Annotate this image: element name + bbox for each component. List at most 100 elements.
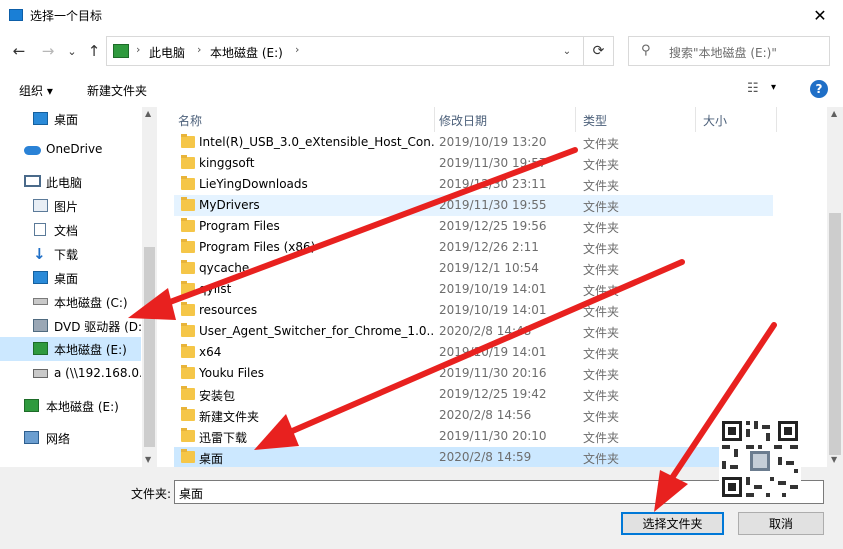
cancel-button[interactable]: 取消: [738, 512, 824, 535]
folder-icon: [181, 449, 195, 463]
file-row[interactable]: 安装包 2019/12/25 19:42 文件夹: [174, 384, 773, 405]
address-dropdown-icon[interactable]: ⌄: [557, 37, 577, 65]
file-date: 2019/10/19 13:20: [439, 135, 547, 149]
sidebar-item-drive-e-root[interactable]: 本地磁盘 (E:): [0, 394, 141, 418]
file-date: 2020/2/8 14:56: [439, 408, 532, 422]
forward-button[interactable]: →: [37, 39, 59, 63]
sidebar-item-label: a (\\192.168.0.1: [54, 366, 141, 380]
computer-icon: [24, 175, 41, 187]
file-name: qycache: [199, 261, 250, 275]
file-row[interactable]: Youku Files 2019/11/30 20:16 文件夹: [174, 363, 773, 384]
file-row[interactable]: kinggsoft 2019/11/30 19:57 文件夹: [174, 153, 773, 174]
file-row[interactable]: qycache 2019/12/1 10:54 文件夹: [174, 258, 773, 279]
file-row[interactable]: resources 2019/10/19 14:01 文件夹: [174, 300, 773, 321]
title-bar: 选择一个目标 ✕: [0, 0, 843, 31]
folder-icon: [181, 386, 195, 400]
cloud-icon: [24, 146, 41, 155]
dvd-drive-icon: [33, 319, 48, 332]
desktop-icon: [33, 271, 48, 284]
select-folder-button[interactable]: 选择文件夹: [621, 512, 724, 535]
breadcrumb-separator[interactable]: ›: [136, 43, 140, 56]
download-icon: ↓: [33, 245, 46, 263]
breadcrumb-separator[interactable]: ›: [295, 43, 299, 56]
sidebar-item-network[interactable]: 网络: [0, 426, 141, 450]
refresh-icon[interactable]: ⟳: [583, 37, 613, 65]
pictures-icon: [33, 199, 48, 212]
file-name: 迅雷下载: [199, 431, 248, 445]
file-type: 文件夹: [583, 179, 620, 193]
up-button[interactable]: ↑: [83, 39, 105, 63]
file-row[interactable]: User_Agent_Switcher_for_Chrome_1.0.... 20…: [174, 321, 773, 342]
drive-icon: [113, 44, 129, 58]
column-header-size[interactable]: 大小: [696, 107, 776, 132]
sidebar-item-desktop[interactable]: 桌面: [0, 266, 141, 290]
scroll-up-icon[interactable]: ▲: [145, 109, 151, 118]
close-icon[interactable]: ✕: [797, 0, 843, 31]
breadcrumb-separator[interactable]: ›: [197, 43, 201, 56]
back-button[interactable]: ←: [8, 39, 30, 63]
folder-icon: [181, 197, 195, 211]
sidebar-item-onedrive[interactable]: OneDrive: [0, 138, 141, 162]
file-type: 文件夹: [583, 347, 620, 361]
file-date: 2019/11/30 19:57: [439, 156, 547, 170]
breadcrumb-this-pc[interactable]: 此电脑: [149, 44, 185, 61]
document-icon: [34, 223, 46, 236]
file-date: 2019/12/26 2:11: [439, 240, 539, 254]
column-header-date[interactable]: 修改日期: [435, 107, 575, 132]
file-list-scrollbar[interactable]: ▲ ▼: [827, 107, 843, 467]
file-date: 2019/11/30 20:16: [439, 366, 547, 380]
column-header-label: 类型: [583, 114, 608, 128]
file-row[interactable]: 桌面 2020/2/8 14:59 文件夹: [174, 447, 773, 467]
sidebar-item-desktop-top[interactable]: 桌面: [0, 107, 141, 131]
sidebar-item-drive-e[interactable]: 本地磁盘 (E:): [0, 337, 141, 361]
file-name: LieYingDownloads: [199, 177, 308, 191]
sidebar-item-drive-c[interactable]: 本地磁盘 (C:): [0, 290, 141, 314]
sidebar-scrollbar[interactable]: ▲ ▼: [142, 107, 157, 467]
recent-locations-button[interactable]: ⌄: [61, 39, 83, 63]
file-date: 2019/12/1 10:54: [439, 261, 539, 275]
folder-icon: [181, 407, 195, 421]
sidebar-scroll-thumb[interactable]: [144, 247, 155, 447]
view-options-icon[interactable]: ☷: [747, 81, 765, 96]
file-date: 2019/10/19 14:01: [439, 282, 547, 296]
scroll-down-icon[interactable]: ▼: [145, 455, 151, 464]
sidebar-item-downloads[interactable]: ↓ 下载: [0, 242, 141, 266]
sidebar-item-network-drive[interactable]: a (\\192.168.0.1: [0, 362, 141, 386]
file-type: 文件夹: [583, 221, 620, 235]
new-folder-button[interactable]: 新建文件夹: [87, 82, 147, 99]
folder-icon: [181, 323, 195, 337]
scroll-down-icon[interactable]: ▼: [831, 455, 837, 464]
sidebar-item-documents[interactable]: 文档: [0, 218, 141, 242]
file-name: x64: [199, 345, 222, 359]
file-row[interactable]: MyDrivers 2019/11/30 19:55 文件夹: [174, 195, 773, 216]
file-row[interactable]: Program Files 2019/12/25 19:56 文件夹: [174, 216, 773, 237]
sidebar-item-dvd-drive[interactable]: DVD 驱动器 (D:: [0, 314, 141, 338]
address-bar[interactable]: › 此电脑 › 本地磁盘 (E:) › ⌄ ⟳: [106, 36, 614, 66]
sidebar-item-label: 网络: [46, 432, 71, 446]
scroll-up-icon[interactable]: ▲: [831, 109, 837, 118]
file-row[interactable]: x64 2019/10/19 14:01 文件夹: [174, 342, 773, 363]
sidebar-item-this-pc[interactable]: 此电脑: [0, 170, 141, 194]
view-dropdown-icon[interactable]: ▾: [771, 82, 776, 93]
file-row[interactable]: 新建文件夹 2020/2/8 14:56 文件夹: [174, 405, 773, 426]
column-header-name[interactable]: 名称: [174, 107, 434, 132]
dialog-footer: 文件夹: 桌面 选择文件夹 取消: [0, 467, 843, 549]
file-row[interactable]: Intel(R)_USB_3.0_eXtensible_Host_Con... 2…: [174, 132, 773, 153]
desktop-icon: [33, 112, 48, 125]
file-row[interactable]: qylist 2019/10/19 14:01 文件夹: [174, 279, 773, 300]
file-list-scroll-thumb[interactable]: [829, 213, 841, 455]
sidebar-item-pictures[interactable]: 图片: [0, 194, 141, 218]
help-icon[interactable]: ?: [810, 80, 828, 98]
search-input[interactable]: ⚲ 搜索"本地磁盘 (E:)": [628, 36, 830, 66]
network-drive-icon: [33, 369, 48, 378]
column-header-type[interactable]: 类型: [576, 107, 695, 132]
file-type: 文件夹: [583, 368, 620, 382]
folder-icon: [181, 239, 195, 253]
file-row[interactable]: 迅雷下载 2019/11/30 20:10 文件夹: [174, 426, 773, 447]
organize-button[interactable]: 组织 ▾: [19, 82, 53, 99]
column-divider[interactable]: [776, 107, 777, 132]
breadcrumb-drive-e[interactable]: 本地磁盘 (E:): [210, 44, 283, 61]
file-row[interactable]: LieYingDownloads 2019/12/30 23:11 文件夹: [174, 174, 773, 195]
file-row[interactable]: Program Files (x86) 2019/12/26 2:11 文件夹: [174, 237, 773, 258]
folder-icon: [181, 365, 195, 379]
